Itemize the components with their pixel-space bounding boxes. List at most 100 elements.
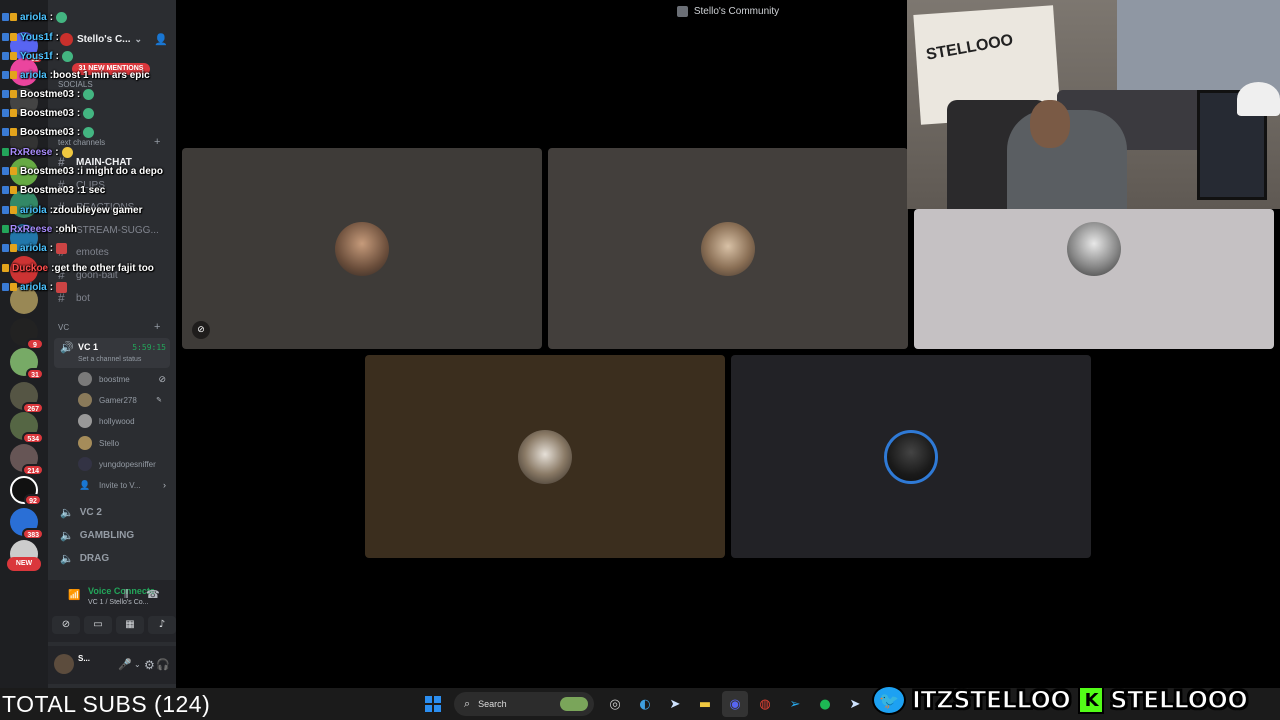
avatar bbox=[78, 372, 92, 386]
add-channel-icon[interactable]: + bbox=[154, 321, 160, 333]
server-icon-11[interactable]: 31 bbox=[10, 348, 44, 380]
voice-member[interactable]: boostme ⊘ bbox=[78, 370, 168, 388]
search-placeholder: Search bbox=[478, 699, 507, 709]
chat-text: ohh bbox=[58, 223, 77, 235]
badge-icon bbox=[10, 186, 17, 194]
server-avatar-icon bbox=[60, 32, 73, 46]
member-name: yungdopesniffer bbox=[99, 459, 156, 469]
chat-text: boost 1 min ars epic bbox=[53, 69, 150, 81]
voice-tile-2[interactable] bbox=[548, 148, 908, 349]
invite-to-voice[interactable]: 👤 Invite to V... › bbox=[78, 476, 168, 494]
voice-member[interactable]: Gamer278 ✎ bbox=[78, 391, 168, 409]
badge-icon bbox=[2, 90, 9, 98]
edge-icon[interactable]: ◐ bbox=[632, 691, 658, 717]
headphones-icon[interactable]: 🎧 bbox=[156, 658, 170, 671]
badge-icon bbox=[10, 90, 17, 98]
voice-member[interactable]: yungdopesniffer bbox=[78, 455, 168, 473]
avatar bbox=[518, 429, 572, 484]
badge-icon bbox=[10, 244, 17, 252]
voice-channel-gambling[interactable]: 🔈 GAMBLING bbox=[60, 529, 134, 542]
voice-channel-active[interactable]: 🔊 VC 1 5:59:15 Set a channel status bbox=[54, 338, 170, 368]
voice-tile-5[interactable] bbox=[731, 355, 1091, 558]
chat-text: 1 sec bbox=[80, 184, 106, 196]
voice-channel-drag[interactable]: 🔈 DRAG bbox=[60, 552, 109, 565]
server-icon-13[interactable]: 534 bbox=[10, 412, 44, 444]
soundboard-button[interactable]: ♪ bbox=[148, 616, 176, 634]
microphone-icon[interactable]: 🎤 bbox=[118, 658, 132, 671]
voice-tile-3[interactable] bbox=[914, 209, 1274, 349]
badge-icon bbox=[2, 128, 9, 136]
steam-icon[interactable]: ➤ bbox=[662, 691, 688, 717]
add-channel-icon[interactable]: + bbox=[154, 136, 160, 148]
speaker-icon: 🔈 bbox=[60, 553, 74, 565]
search-highlight-icon bbox=[560, 697, 588, 711]
avatar[interactable] bbox=[54, 654, 74, 674]
chat-message: ariola: bbox=[2, 9, 68, 25]
webcam-feed: STELLOOO bbox=[907, 0, 1280, 209]
gear-icon[interactable]: ⚙ bbox=[144, 658, 155, 672]
telegram-icon[interactable]: ➢ bbox=[782, 691, 808, 717]
new-servers-pill[interactable]: NEW bbox=[7, 557, 41, 571]
server-icon-14[interactable]: 214 bbox=[10, 444, 44, 476]
server-header[interactable]: Stello's C... ⌄ 👤 bbox=[48, 28, 176, 50]
invite-label: Invite to V... bbox=[99, 480, 141, 490]
chrome-icon[interactable]: ◍ bbox=[752, 691, 778, 717]
chat-message: Boostme03: bbox=[2, 86, 95, 102]
camera-off-button[interactable]: ⊘ bbox=[52, 616, 80, 634]
chat-username: ariola bbox=[20, 69, 47, 81]
category-vc[interactable]: VC + bbox=[58, 321, 160, 333]
disconnect-icon[interactable]: ☎ bbox=[146, 588, 160, 601]
voice-channel-name: DRAG bbox=[79, 553, 110, 564]
chat-message: RxReese: bbox=[2, 144, 73, 160]
server-icon-16[interactable]: 383 bbox=[10, 508, 44, 540]
chat-username: Boostme03 bbox=[20, 165, 74, 177]
badge-icon bbox=[2, 244, 9, 252]
voice-tile-1[interactable]: ⊘ bbox=[182, 148, 542, 349]
channel-sidebar: Stello's C... ⌄ 👤 31 NEW MENTIONS SOCIAL… bbox=[48, 0, 176, 688]
chevron-down-icon: ⌄ bbox=[134, 33, 143, 44]
start-button[interactable] bbox=[420, 691, 446, 717]
poster-text: STELLOOO bbox=[924, 31, 1015, 64]
twitter-icon: 🐦 bbox=[872, 685, 906, 715]
server-badge: 534 bbox=[22, 432, 44, 444]
taskbar-search[interactable]: ⌕ Search bbox=[454, 692, 594, 716]
voice-connected-channel[interactable]: VC 1 / Stello's Co... bbox=[88, 599, 148, 606]
chevron-down-icon[interactable]: ⌄ bbox=[134, 660, 141, 669]
channel-label: STREAM-SUGG... bbox=[76, 224, 159, 236]
add-people-icon[interactable]: 👤 bbox=[154, 33, 168, 46]
activities-button[interactable]: ▦ bbox=[116, 616, 144, 634]
chat-message: Boostme03: i might do a depo bbox=[2, 163, 163, 179]
activity-icon: ✎ bbox=[156, 397, 162, 404]
voice-member[interactable]: Stello bbox=[78, 434, 168, 452]
server-badge: 214 bbox=[22, 464, 44, 476]
signal-icon[interactable]: 📶 bbox=[68, 590, 80, 601]
add-user-icon: 👤 bbox=[79, 480, 91, 490]
username: S... bbox=[78, 654, 91, 663]
server-icon-15[interactable]: 92 bbox=[10, 476, 42, 506]
voice-tile-4[interactable] bbox=[365, 355, 725, 558]
chevron-right-icon: › bbox=[163, 480, 166, 490]
steam-icon-2[interactable]: ➤ bbox=[842, 691, 868, 717]
file-explorer-icon[interactable]: ▬ bbox=[692, 691, 718, 717]
category-label: VC bbox=[58, 323, 70, 332]
channel-status-link[interactable]: Set a channel status bbox=[78, 356, 141, 363]
emote-icon bbox=[56, 281, 68, 293]
chat-message: Duckoe: get the other fajit too bbox=[2, 260, 154, 276]
voice-channel-vc2[interactable]: 🔈 VC 2 bbox=[60, 506, 102, 519]
server-icon-10[interactable]: 9 bbox=[10, 318, 44, 350]
spotify-icon[interactable]: ● bbox=[812, 691, 838, 717]
server-icon-12[interactable]: 267 bbox=[10, 382, 44, 414]
chat-text: get the other fajit too bbox=[54, 262, 154, 274]
server-badge: 31 bbox=[26, 368, 44, 380]
voice-connection-panel: 📶 Voice Connecte VC 1 / Stello's Co... ⫼… bbox=[48, 580, 176, 642]
voice-member[interactable]: hollywood bbox=[78, 412, 168, 430]
server-name: Stello's C... bbox=[77, 33, 131, 45]
chat-username: Boostme03 bbox=[20, 88, 74, 100]
noise-suppression-icon[interactable]: ⫼ bbox=[124, 589, 129, 600]
screen-share-button[interactable]: ▭ bbox=[84, 616, 112, 634]
badge-icon bbox=[10, 283, 17, 291]
copilot-icon[interactable]: ◎ bbox=[602, 691, 628, 717]
chat-username: Yous1f bbox=[20, 50, 53, 62]
badge-icon bbox=[2, 33, 9, 41]
discord-icon[interactable]: ◉ bbox=[722, 691, 748, 717]
